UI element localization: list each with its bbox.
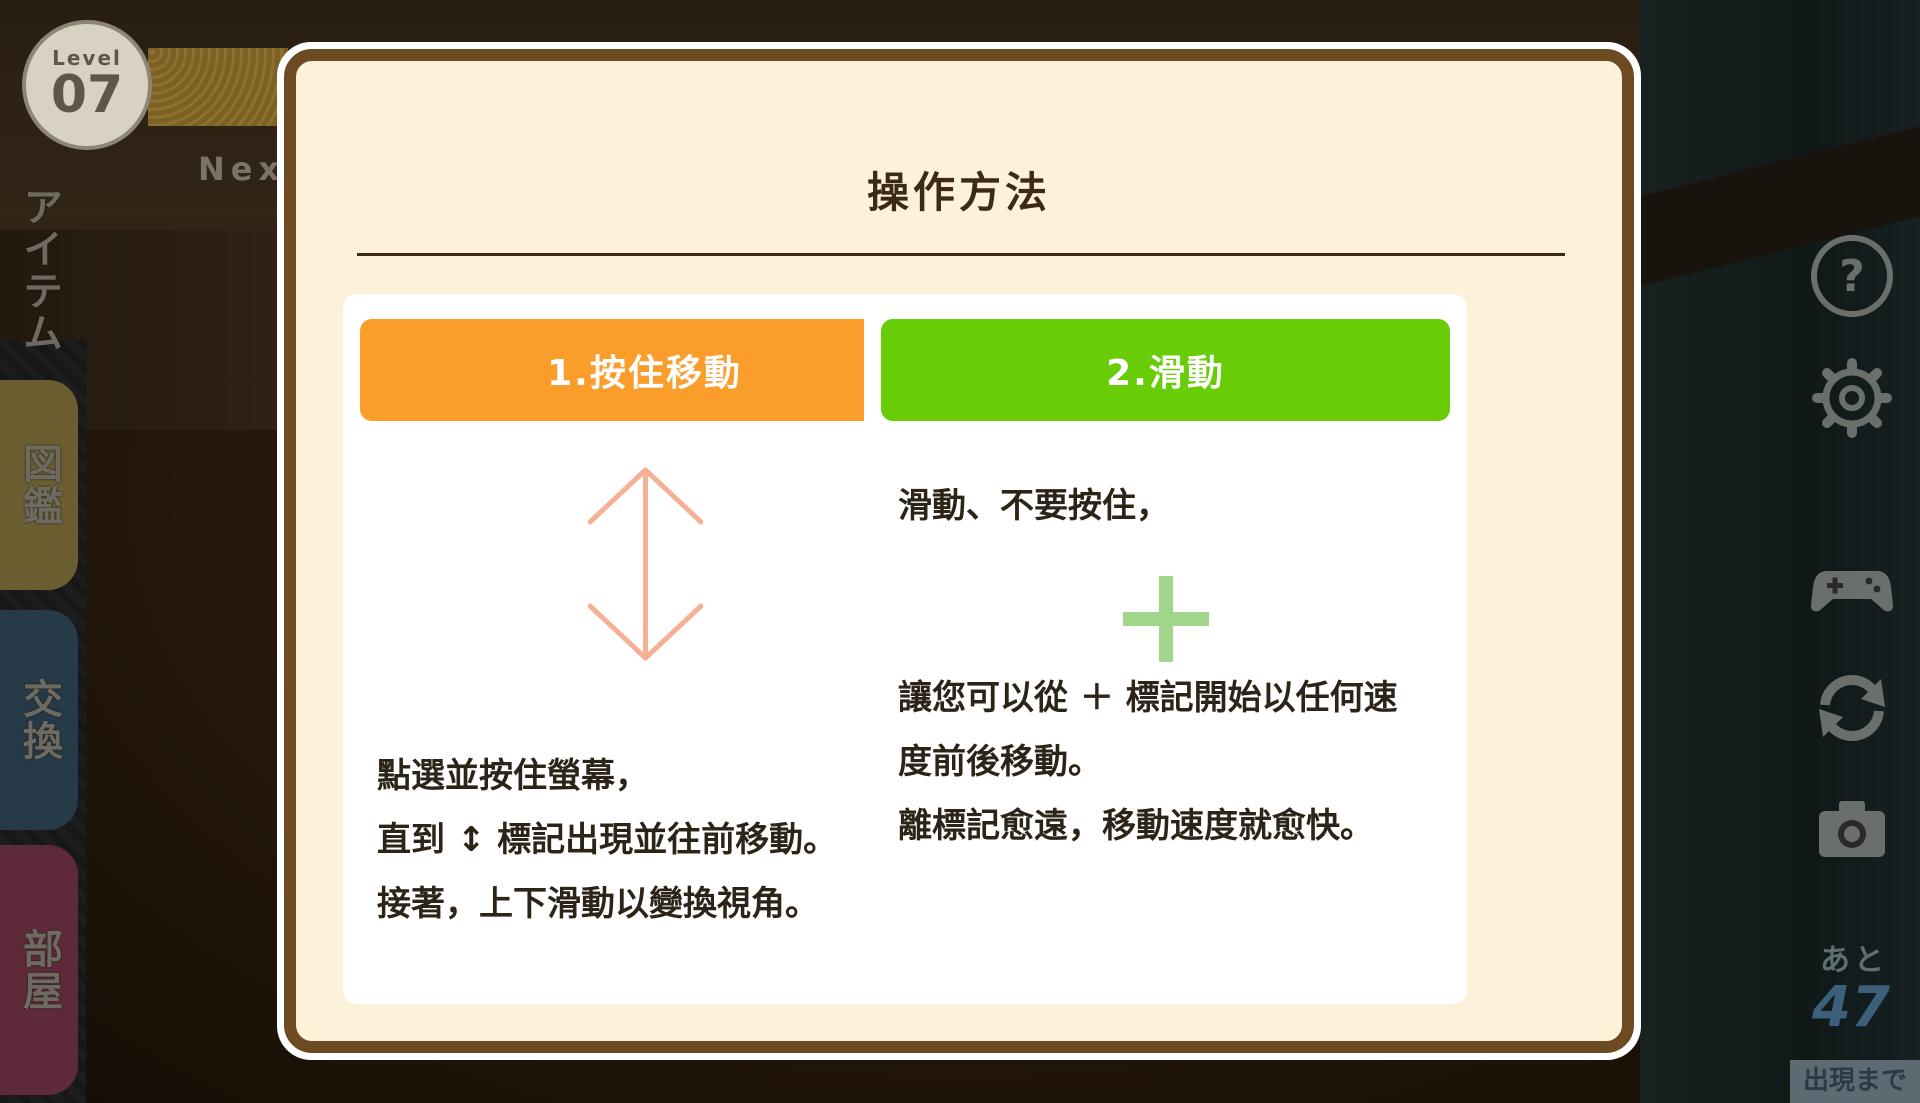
level-number: 07 bbox=[50, 65, 124, 125]
side-tab-items[interactable]: アイテム bbox=[0, 180, 78, 360]
reset-button[interactable] bbox=[1804, 660, 1900, 756]
side-menu: アイテム 図鑑 交換 部屋 bbox=[0, 180, 90, 1103]
control-card-swipe: 2.滑動 滑動、不要按住， 讓您可以從 ＋ 標記開始以任何速 度前後移動。 離標… bbox=[864, 294, 1467, 1004]
gamepad-icon bbox=[1811, 571, 1893, 612]
card-text-line: 離標記愈遠，移動速度就愈快。 bbox=[898, 806, 1374, 846]
side-tab-label: 図鑑 bbox=[16, 443, 62, 527]
camera-icon bbox=[1819, 801, 1885, 857]
card-text-line: 度前後移動。 bbox=[898, 742, 1102, 782]
controls-button[interactable] bbox=[1804, 540, 1900, 636]
plus-marker-icon bbox=[1123, 576, 1209, 662]
gear-icon bbox=[1812, 358, 1892, 438]
level-progress-bar bbox=[148, 48, 288, 126]
up-down-arrow-icon bbox=[588, 467, 703, 661]
remain-label: あと bbox=[1820, 943, 1888, 978]
settings-button[interactable] bbox=[1804, 350, 1900, 446]
side-tab-exchange[interactable]: 交換 bbox=[0, 610, 78, 830]
card-text-line: 直到 ↕ 標記出現並往前移動。 bbox=[377, 820, 838, 860]
side-tab-label: アイテム bbox=[16, 186, 62, 354]
svg-text:?: ? bbox=[1839, 251, 1865, 302]
help-button[interactable]: ? bbox=[1804, 228, 1900, 324]
right-toolbar: ? あと 47 出現まで bbox=[1790, 0, 1920, 1103]
dialog-panel: 操作方法 1.按住移動 點選並按住螢幕， 直到 ↕ 標記出現並往前移動。 接著，… bbox=[284, 49, 1634, 1053]
card-text-line: 讓您可以從 ＋ 標記開始以任何速 bbox=[898, 678, 1398, 718]
card-header-swipe: 2.滑動 bbox=[881, 319, 1450, 421]
next-level-label: Nex bbox=[198, 150, 286, 188]
card-text-line: 接著，上下滑動以變換視角。 bbox=[377, 884, 819, 924]
remain-footer: 出現まで bbox=[1790, 1060, 1920, 1103]
help-icon: ? bbox=[1811, 235, 1893, 317]
side-tab-label: 交換 bbox=[16, 678, 62, 762]
camera-button[interactable] bbox=[1804, 780, 1900, 876]
side-tab-encyclopedia[interactable]: 図鑑 bbox=[0, 380, 78, 590]
remain-count: 47 bbox=[1812, 975, 1890, 1040]
side-tab-label: 部屋 bbox=[16, 928, 62, 1012]
how-to-play-dialog: 操作方法 1.按住移動 點選並按住螢幕， 直到 ↕ 標記出現並往前移動。 接著，… bbox=[277, 42, 1641, 1060]
title-divider bbox=[357, 253, 1565, 256]
refresh-icon bbox=[1819, 675, 1885, 741]
level-badge: Level 07 bbox=[22, 20, 152, 150]
dialog-title: 操作方法 bbox=[866, 168, 1051, 217]
side-tab-room[interactable]: 部屋 bbox=[0, 845, 78, 1095]
card-text-line: 點選並按住螢幕， bbox=[377, 756, 649, 796]
card-header-hold: 1.按住移動 bbox=[360, 319, 929, 421]
control-card-hold: 1.按住移動 點選並按住螢幕， 直到 ↕ 標記出現並往前移動。 接著，上下滑動以… bbox=[343, 294, 946, 1004]
card-intro: 滑動、不要按住， bbox=[898, 486, 1170, 526]
